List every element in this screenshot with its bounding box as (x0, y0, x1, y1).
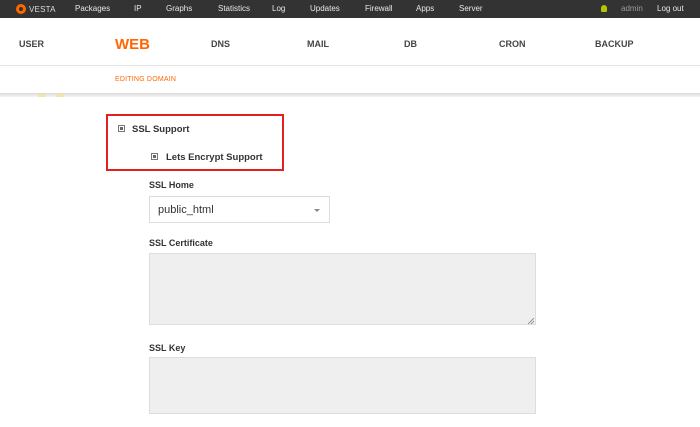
topnav-apps[interactable]: Apps (416, 4, 434, 13)
main-menu: USER WEB DNS MAIL DB CRON BACKUP (0, 18, 700, 66)
ssl-key-textarea[interactable] (149, 357, 536, 414)
user-name[interactable]: admin (621, 4, 643, 13)
topnav-packages[interactable]: Packages (75, 4, 110, 13)
decor-mark (56, 94, 64, 97)
menu-db[interactable]: DB (404, 39, 417, 49)
menu-cron[interactable]: CRON (499, 39, 526, 49)
vesta-logo[interactable]: VESTA (16, 3, 56, 15)
logout-link[interactable]: Log out (657, 4, 684, 13)
vesta-logo-icon (16, 4, 26, 14)
ssl-home-label: SSL Home (149, 180, 194, 190)
page-subtitle: EDITING DOMAIN (115, 76, 177, 83)
ssl-certificate-label: SSL Certificate (149, 238, 213, 248)
menu-backup[interactable]: BACKUP (595, 39, 634, 49)
logo-text: VESTA (29, 4, 56, 14)
bell-icon[interactable] (601, 5, 607, 12)
ssl-certificate-textarea[interactable] (149, 253, 536, 325)
ssl-home-value: public_html (158, 204, 214, 216)
chevron-down-icon (314, 209, 320, 212)
topnav-server[interactable]: Server (459, 4, 483, 13)
top-bar: VESTA Packages IP Graphs Statistics Log … (0, 0, 700, 18)
lets-encrypt-checkbox[interactable] (151, 153, 158, 160)
topnav-updates[interactable]: Updates (310, 4, 340, 13)
menu-web[interactable]: WEB (115, 36, 150, 53)
ssl-support-label[interactable]: SSL Support (132, 124, 189, 135)
header-shadow (0, 93, 700, 97)
menu-dns[interactable]: DNS (211, 39, 230, 49)
menu-mail[interactable]: MAIL (307, 39, 329, 49)
decor-mark (38, 94, 46, 97)
topnav-statistics[interactable]: Statistics (218, 4, 250, 13)
sub-bar: EDITING DOMAIN (0, 66, 700, 93)
menu-user[interactable]: USER (19, 39, 44, 49)
lets-encrypt-label[interactable]: Lets Encrypt Support (166, 152, 263, 163)
topnav-graphs[interactable]: Graphs (166, 4, 192, 13)
resize-handle-icon[interactable] (528, 318, 534, 324)
ssl-support-checkbox[interactable] (118, 125, 125, 132)
topnav-ip[interactable]: IP (134, 4, 142, 13)
ssl-key-label: SSL Key (149, 343, 186, 353)
topnav-firewall[interactable]: Firewall (365, 4, 393, 13)
ssl-home-select[interactable]: public_html (149, 196, 330, 223)
topnav-log[interactable]: Log (272, 4, 285, 13)
